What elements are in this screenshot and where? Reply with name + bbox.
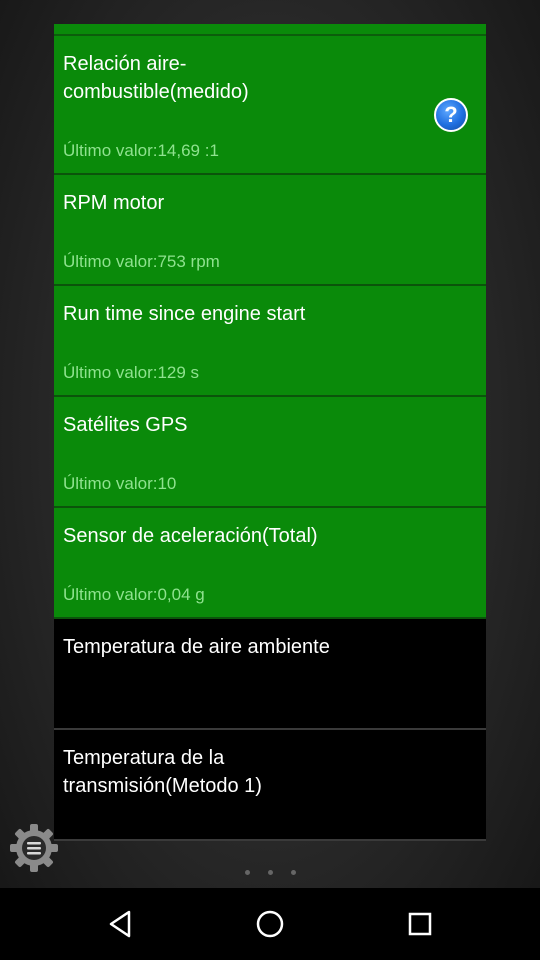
back-triangle-icon[interactable] (99, 902, 143, 946)
item-last-value: Último valor:753 rpm (63, 252, 220, 271)
list-item-gps-satellites[interactable]: Satélites GPS Último valor:10 (54, 397, 486, 508)
list-top-edge (54, 24, 486, 36)
item-last-value: Último valor:10 (63, 474, 177, 493)
item-title: Temperatura de la transmisión(Metodo 1) (63, 747, 262, 797)
item-title: Satélites GPS (63, 414, 188, 436)
item-title: Run time since engine start (63, 303, 306, 325)
system-nav-bar (0, 888, 540, 960)
home-circle-icon[interactable] (248, 902, 292, 946)
page-dot (290, 870, 296, 875)
list-item-air-fuel-ratio[interactable]: Relación aire- combustible(medido) ? Últ… (54, 36, 486, 175)
item-last-value: Último valor:0,04 g (63, 585, 205, 604)
gear-icon[interactable] (8, 822, 60, 874)
recents-square-icon[interactable] (398, 902, 442, 946)
item-title: RPM motor (63, 192, 165, 214)
item-last-value: Último valor:14,69 :1 (63, 141, 219, 160)
list-item-engine-rpm[interactable]: RPM motor Último valor:753 rpm (54, 175, 486, 286)
app-screen: Relación aire- combustible(medido) ? Últ… (0, 0, 540, 888)
sensor-list[interactable]: Relación aire- combustible(medido) ? Últ… (54, 24, 486, 888)
list-item-acceleration-sensor[interactable]: Sensor de aceleración(Total) Último valo… (54, 508, 486, 619)
page-dot (267, 870, 273, 875)
page-dot (244, 870, 250, 875)
item-title: Temperatura de aire ambiente (63, 636, 330, 658)
list-item-ambient-air-temperature[interactable]: Temperatura de aire ambiente (54, 619, 486, 730)
item-title: Sensor de aceleración(Total) (63, 525, 318, 547)
help-icon[interactable]: ? (434, 98, 468, 132)
list-item-transmission-temperature[interactable]: Temperatura de la transmisión(Metodo 1) (54, 730, 486, 841)
item-title: Relación aire- combustible(medido) (63, 53, 249, 103)
list-item-run-time[interactable]: Run time since engine start Último valor… (54, 286, 486, 397)
item-last-value: Último valor:129 s (63, 363, 200, 382)
page-indicator (0, 862, 540, 875)
